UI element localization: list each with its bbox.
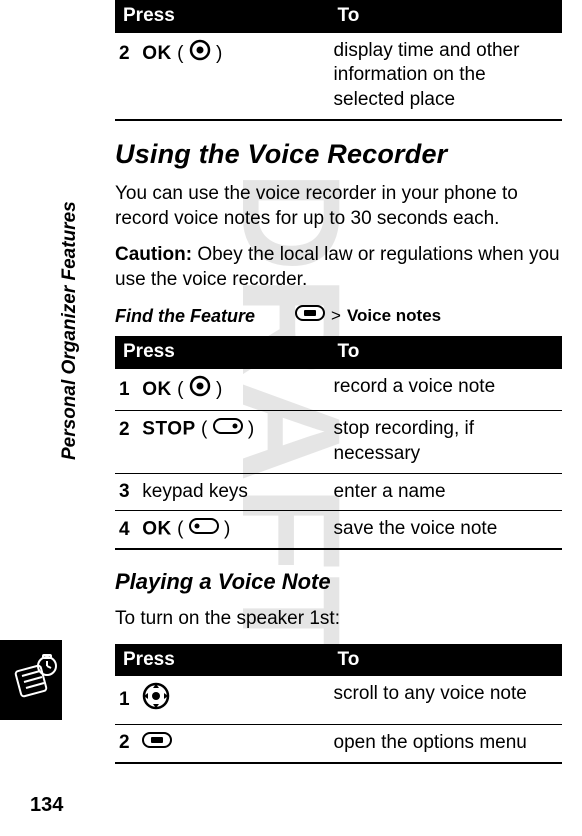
step-num: 2 [119,731,137,756]
menu-path-text: Voice notes [347,305,441,327]
col-to: To [330,0,562,33]
find-feature-label: Find the Feature [115,305,255,328]
col-press: Press [115,336,330,369]
table-row: 4 OK ( ) save the voice note [115,511,562,550]
step-num: 2 [119,42,137,67]
key-label: STOP [142,419,195,440]
paren-close: ) [216,379,222,400]
table-row: 2 OK ( ) display time and other informat… [115,33,562,120]
key-label: OK [142,43,172,64]
table-row: 1 scroll to any voice note [115,676,562,724]
col-press: Press [115,0,330,33]
table-row: 1 OK ( ) record a voice note [115,369,562,411]
center-select-key-icon [189,375,211,405]
col-press: Press [115,644,330,677]
find-the-feature: Find the Feature > Voice notes [115,305,562,328]
paren-open: ( [177,519,183,540]
paren-open: ( [201,419,207,440]
caution-lead: Caution: [115,244,192,265]
page-content: Press To 2 OK ( ) display time and other… [0,0,582,764]
table-row: 2 STOP ( ) stop recording, if necessary [115,411,562,473]
sidebar-section-label: Personal Organizer Features [58,201,83,460]
page-number: 134 [30,792,63,818]
table-row: 2 open the options menu [115,725,562,764]
nav-key-icon [142,682,170,718]
step-desc: record a voice note [330,369,562,411]
steps-table-recorder: Press To 1 OK ( ) record a voice note [115,336,562,550]
menu-key-icon [142,731,172,756]
key-label: keypad keys [142,481,248,502]
steps-table-play: Press To 1 [115,644,562,764]
step-desc: stop recording, if necessary [330,411,562,473]
heading-playing: Playing a Voice Note [115,568,562,597]
center-select-key-icon [189,39,211,69]
key-label: OK [142,379,172,400]
heading-voice-recorder: Using the Voice Recorder [115,137,562,172]
step-num: 2 [119,418,137,443]
find-feature-path: > Voice notes [295,305,441,327]
step-desc: scroll to any voice note [330,676,562,724]
left-soft-key-icon [189,517,219,542]
caution-text: Caution: Obey the local law or regulatio… [115,243,562,292]
right-soft-key-icon [213,417,243,442]
play-intro-text: To turn on the speaker 1st: [115,607,562,632]
paren-close: ) [248,419,254,440]
step-num: 1 [119,378,137,403]
gt: > [331,305,341,327]
paren-open: ( [177,379,183,400]
paren-close: ) [224,519,230,540]
step-num: 4 [119,518,137,543]
menu-key-icon [295,305,325,327]
key-label: OK [142,519,172,540]
step-desc: enter a name [330,473,562,511]
step-desc: save the voice note [330,511,562,550]
steps-table-top: Press To 2 OK ( ) display time and other… [115,0,562,121]
step-desc: open the options menu [330,725,562,764]
paren-open: ( [177,43,183,64]
step-desc: display time and other information on th… [330,33,562,120]
col-to: To [330,336,562,369]
step-num: 1 [119,688,137,713]
vr-intro-text: You can use the voice recorder in your p… [115,182,562,231]
paren-close: ) [216,43,222,64]
table-row: 3 keypad keys enter a name [115,473,562,511]
col-to: To [330,644,562,677]
step-num: 3 [119,480,137,505]
